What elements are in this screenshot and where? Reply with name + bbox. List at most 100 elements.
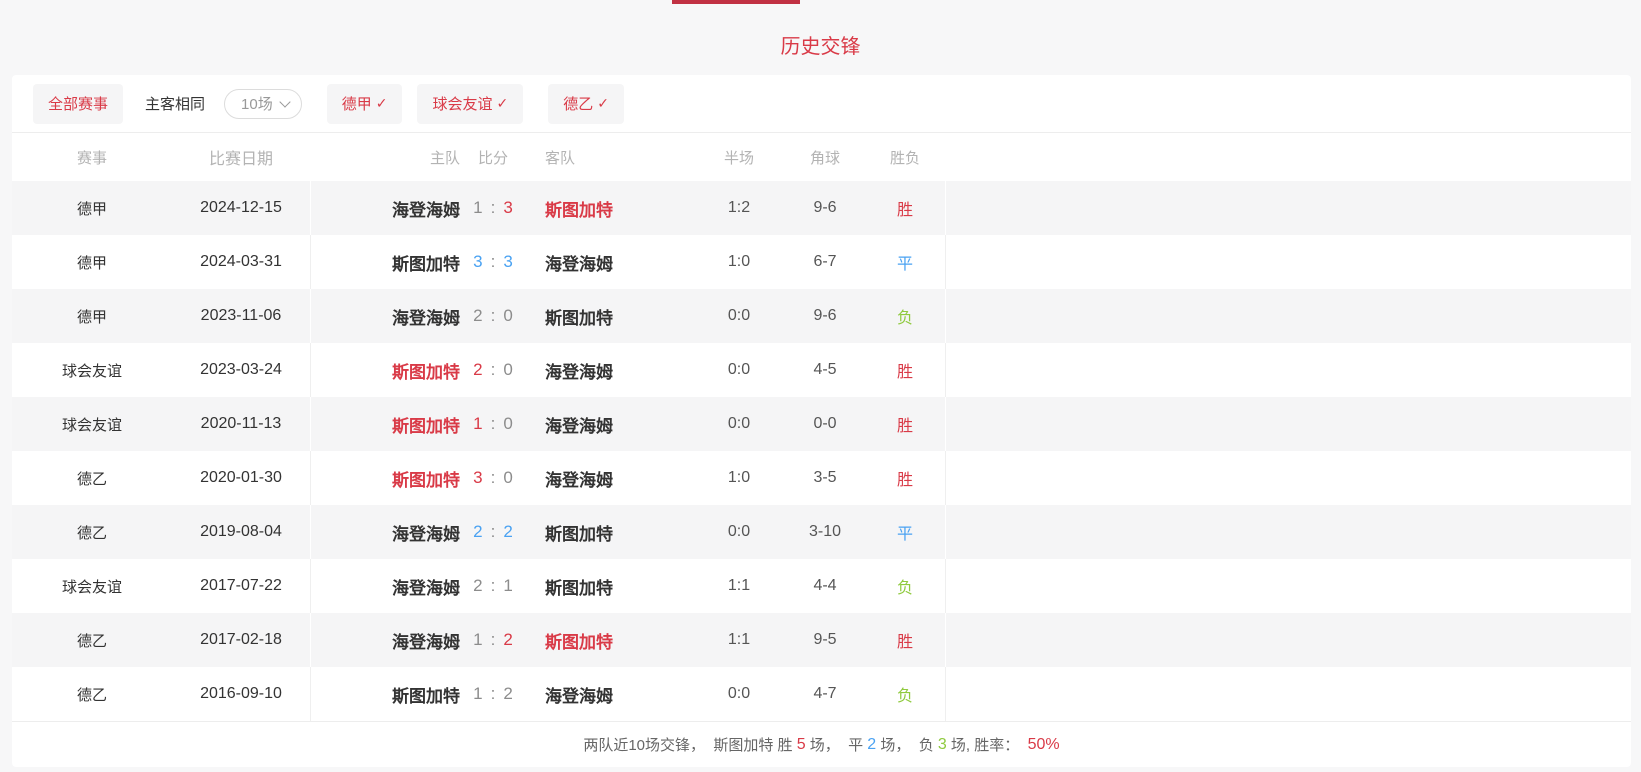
home-goals: 1 [473, 198, 482, 217]
summary-text: 两队近10场交锋， 斯图加特 胜 [583, 734, 796, 755]
table-row: 德乙2016-09-10斯图加特1:2海登海姆0:04-7负 [12, 667, 1631, 721]
cell-result: 胜 [865, 358, 945, 382]
cell-corners: 9-6 [785, 307, 865, 325]
cell-result: 胜 [865, 196, 945, 220]
home-goals: 2 [473, 522, 482, 541]
cell-result: 负 [865, 574, 945, 598]
filter-all-events-button[interactable]: 全部赛事 [33, 84, 123, 124]
cell-home-team: 斯图加特 [311, 682, 460, 707]
home-goals: 2 [473, 306, 482, 325]
filter-league-chip[interactable]: 德乙 ✓ [548, 84, 624, 124]
cell-result: 负 [865, 682, 945, 706]
cell-result: 胜 [865, 412, 945, 436]
h2h-card: 全部赛事 主客相同 10场 德甲 ✓ 球会友谊 ✓ 德乙 ✓ 赛事 比赛日期 主… [12, 75, 1631, 767]
cell-half-score: 1:0 [693, 469, 785, 487]
away-goals: 0 [503, 306, 512, 325]
cell-corners: 4-4 [785, 577, 865, 595]
away-goals: 2 [503, 684, 512, 703]
cell-league: 球会友谊 [12, 414, 172, 435]
cell-league: 球会友谊 [12, 360, 172, 381]
chevron-down-icon [279, 96, 290, 107]
cell-league: 德乙 [12, 684, 172, 705]
table-row: 球会友谊2017-07-22海登海姆2:1斯图加特1:14-4负 [12, 559, 1631, 613]
cell-date: 2020-11-13 [172, 415, 310, 433]
away-goals: 2 [503, 522, 512, 541]
table-row: 德甲2024-03-31斯图加特3:3海登海姆1:06-7平 [12, 235, 1631, 289]
home-goals: 2 [473, 360, 482, 379]
cell-corners: 4-7 [785, 685, 865, 703]
table-row: 德乙2019-08-04海登海姆2:2斯图加特0:03-10平 [12, 505, 1631, 559]
home-goals: 2 [473, 576, 482, 595]
cell-half-score: 1:1 [693, 577, 785, 595]
cell-result: 负 [865, 304, 945, 328]
summary-text: 场， 负 [876, 734, 938, 755]
summary-text: 场, 胜率： [947, 734, 1028, 755]
cell-result: 平 [865, 250, 945, 274]
match-count-select[interactable]: 10场 [224, 89, 302, 119]
cell-score: 2:1 [460, 576, 526, 596]
cell-half-score: 0:0 [693, 307, 785, 325]
cell-away-team: 海登海姆 [526, 466, 693, 491]
header-score: 比分 [460, 147, 526, 168]
league-label: 德乙 [563, 93, 593, 114]
away-goals: 0 [503, 468, 512, 487]
page-title: 历史交锋 [0, 30, 1641, 59]
league-label: 德甲 [342, 93, 372, 114]
cell-away-team: 海登海姆 [526, 412, 693, 437]
check-icon: ✓ [597, 95, 609, 112]
home-goals: 3 [473, 252, 482, 271]
column-divider [945, 559, 946, 613]
column-divider [945, 181, 946, 235]
header-half: 半场 [693, 147, 785, 168]
cell-corners: 3-5 [785, 469, 865, 487]
filter-league-chip[interactable]: 球会友谊 ✓ [417, 84, 523, 124]
cell-away-team: 斯图加特 [526, 304, 693, 329]
summary-text: 场， 平 [806, 734, 868, 755]
cell-date: 2017-07-22 [172, 577, 310, 595]
cell-date: 2024-12-15 [172, 199, 310, 217]
filter-league-chip[interactable]: 德甲 ✓ [327, 84, 403, 124]
cell-league: 德乙 [12, 468, 172, 489]
column-divider [945, 613, 946, 667]
cell-home-team: 斯图加特 [311, 358, 460, 383]
summary-win-rate: 50% [1028, 736, 1060, 754]
match-count-value: 10场 [241, 93, 273, 114]
away-goals: 1 [503, 576, 512, 595]
cell-away-team: 斯图加特 [526, 574, 693, 599]
column-divider [945, 343, 946, 397]
table-row: 球会友谊2020-11-13斯图加特1:0海登海姆0:00-0胜 [12, 397, 1631, 451]
away-goals: 3 [503, 198, 512, 217]
cell-score: 2:2 [460, 522, 526, 542]
home-goals: 1 [473, 630, 482, 649]
cell-home-team: 斯图加特 [311, 250, 460, 275]
cell-corners: 4-5 [785, 361, 865, 379]
table-row: 德甲2024-12-15海登海姆1:3斯图加特1:29-6胜 [12, 181, 1631, 235]
home-goals: 1 [473, 414, 482, 433]
column-divider [945, 289, 946, 343]
away-goals: 3 [503, 252, 512, 271]
cell-date: 2017-02-18 [172, 631, 310, 649]
cell-score: 2:0 [460, 306, 526, 326]
cell-half-score: 1:2 [693, 199, 785, 217]
summary-loss-count: 3 [938, 736, 947, 754]
cell-away-team: 斯图加特 [526, 520, 693, 545]
cell-league: 德甲 [12, 198, 172, 219]
cell-away-team: 海登海姆 [526, 250, 693, 275]
cell-league: 德甲 [12, 306, 172, 327]
table-body: 德甲2024-12-15海登海姆1:3斯图加特1:29-6胜德甲2024-03-… [12, 181, 1631, 721]
cell-date: 2016-09-10 [172, 685, 310, 703]
check-icon: ✓ [376, 95, 388, 112]
header-result: 胜负 [865, 147, 945, 168]
cell-score: 2:0 [460, 360, 526, 380]
away-goals: 0 [503, 360, 512, 379]
header-corner: 角球 [785, 147, 865, 168]
cell-league: 德甲 [12, 252, 172, 273]
cell-league: 球会友谊 [12, 576, 172, 597]
cell-half-score: 0:0 [693, 523, 785, 541]
filter-home-away-same[interactable]: 主客相同 [145, 93, 205, 114]
cell-half-score: 0:0 [693, 415, 785, 433]
cell-half-score: 0:0 [693, 685, 785, 703]
cell-date: 2023-11-06 [172, 307, 310, 325]
header-home: 主队 [311, 147, 460, 168]
cell-date: 2023-03-24 [172, 361, 310, 379]
